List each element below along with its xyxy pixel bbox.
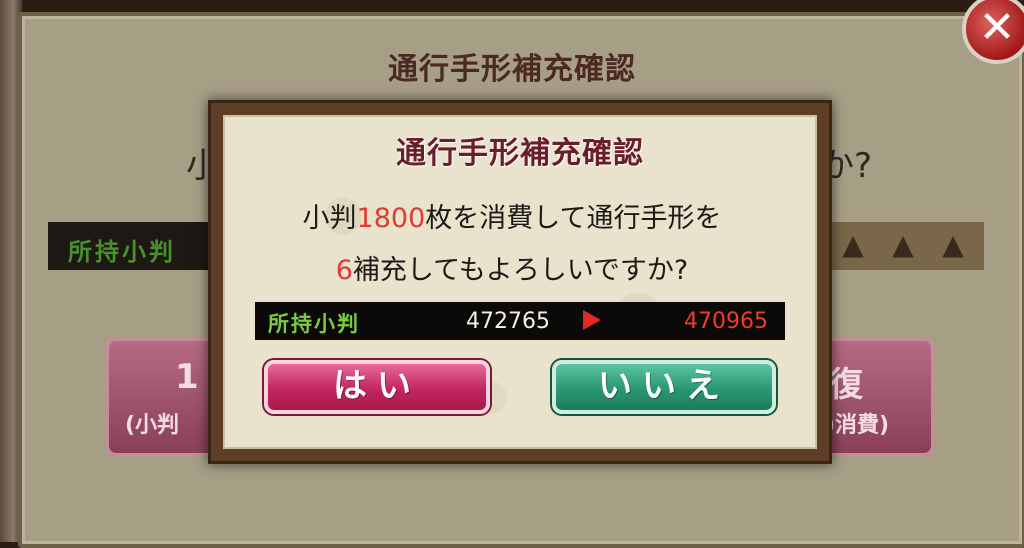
no-button[interactable]: いいえ [552, 360, 776, 414]
message-text: 枚を消費して通行手形を [425, 203, 722, 234]
background-restore-button: 復 )消費) [820, 338, 934, 456]
confirm-dialog-title: 通行手形補充確認 [396, 136, 644, 171]
arrow-right-icon [583, 310, 601, 330]
confirm-message-line-2: 6補充してもよろしいですか? [0, 248, 1024, 287]
background-refill-button-cost: (小判 [125, 413, 180, 438]
message-text: 小判 [302, 203, 357, 234]
coin-balance-label: 所持小判 [268, 312, 360, 336]
background-refill-button-number: 1 [175, 357, 199, 397]
message-text: 補充してもよろしいですか? [352, 255, 689, 286]
confirm-message-line-1: 小判1800枚を消費して通行手形を [0, 196, 1024, 235]
background-dialog-title: 通行手形補充確認 [388, 52, 636, 87]
background-restore-button-label: 復 [829, 365, 863, 405]
coin-cost-amount: 1800 [356, 203, 426, 234]
background-restore-button-cost: )消費) [825, 413, 890, 438]
coin-balance-after: 470965 [684, 309, 768, 334]
coin-balance-before: 472765 [466, 309, 550, 334]
pass-refill-amount: 6 [335, 255, 353, 286]
yes-button[interactable]: はい [264, 360, 490, 414]
